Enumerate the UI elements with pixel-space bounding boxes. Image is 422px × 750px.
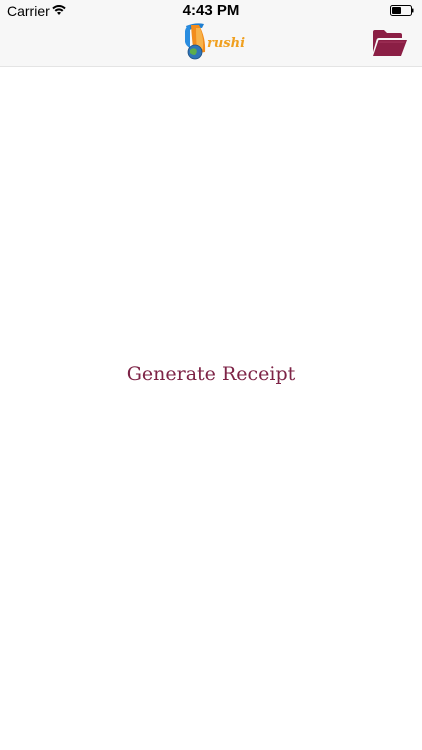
generate-receipt-button[interactable]: Generate Receipt: [0, 363, 422, 385]
main-content: Generate Receipt: [0, 67, 422, 750]
battery-icon: [390, 5, 414, 16]
navigation-bar: rushi: [0, 22, 422, 67]
status-bar: Carrier 4:43 PM: [0, 0, 422, 22]
folder-open-icon[interactable]: [372, 28, 408, 58]
logo-text: rushi: [207, 36, 246, 51]
status-time: 4:43 PM: [182, 2, 240, 19]
